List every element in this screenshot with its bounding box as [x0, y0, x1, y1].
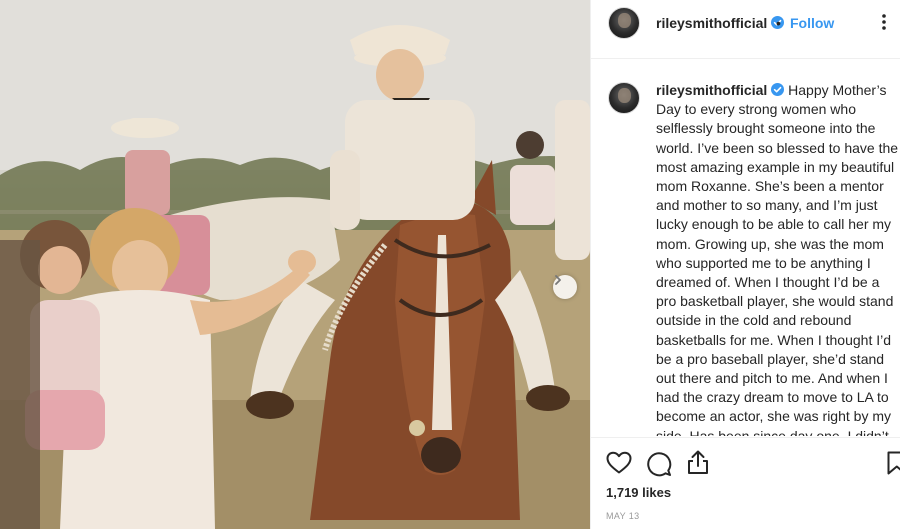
share-icon[interactable]: [686, 449, 710, 475]
caption-username-link[interactable]: rileysmithofficial: [656, 82, 785, 98]
caption-username: rileysmithofficial: [656, 82, 768, 98]
more-options-icon[interactable]: [876, 12, 892, 32]
post-side-panel: rileysmithofficial • Follow rileysmithof…: [590, 0, 900, 529]
chevron-right-icon: [555, 275, 561, 285]
save-bookmark-icon[interactable]: [887, 451, 900, 475]
like-count[interactable]: 1,719 likes: [606, 485, 671, 500]
follow-button[interactable]: Follow: [790, 15, 834, 31]
post-header: rileysmithofficial • Follow: [591, 0, 900, 59]
caption: rileysmithofficial Happy Mother’s Day to…: [656, 81, 899, 436]
header-username-link[interactable]: rileysmithofficial: [656, 15, 785, 31]
post-photo[interactable]: [0, 0, 590, 529]
heart-icon[interactable]: [606, 451, 632, 475]
photo-illustration: [0, 0, 590, 529]
verified-badge-icon: [771, 83, 785, 96]
next-photo-button[interactable]: [553, 275, 577, 299]
post-actions: 1,719 likes MAY 13: [591, 437, 900, 529]
header-username: rileysmithofficial: [656, 15, 768, 31]
separator-dot: •: [776, 15, 781, 31]
caption-body: Happy Mother’s Day to every strong women…: [656, 82, 899, 436]
comment-icon[interactable]: [646, 451, 672, 477]
caption-avatar[interactable]: [608, 82, 640, 114]
comments-section: rileysmithofficial Happy Mother’s Day to…: [591, 60, 900, 436]
post-date[interactable]: MAY 13: [606, 511, 640, 521]
avatar[interactable]: [608, 7, 640, 39]
